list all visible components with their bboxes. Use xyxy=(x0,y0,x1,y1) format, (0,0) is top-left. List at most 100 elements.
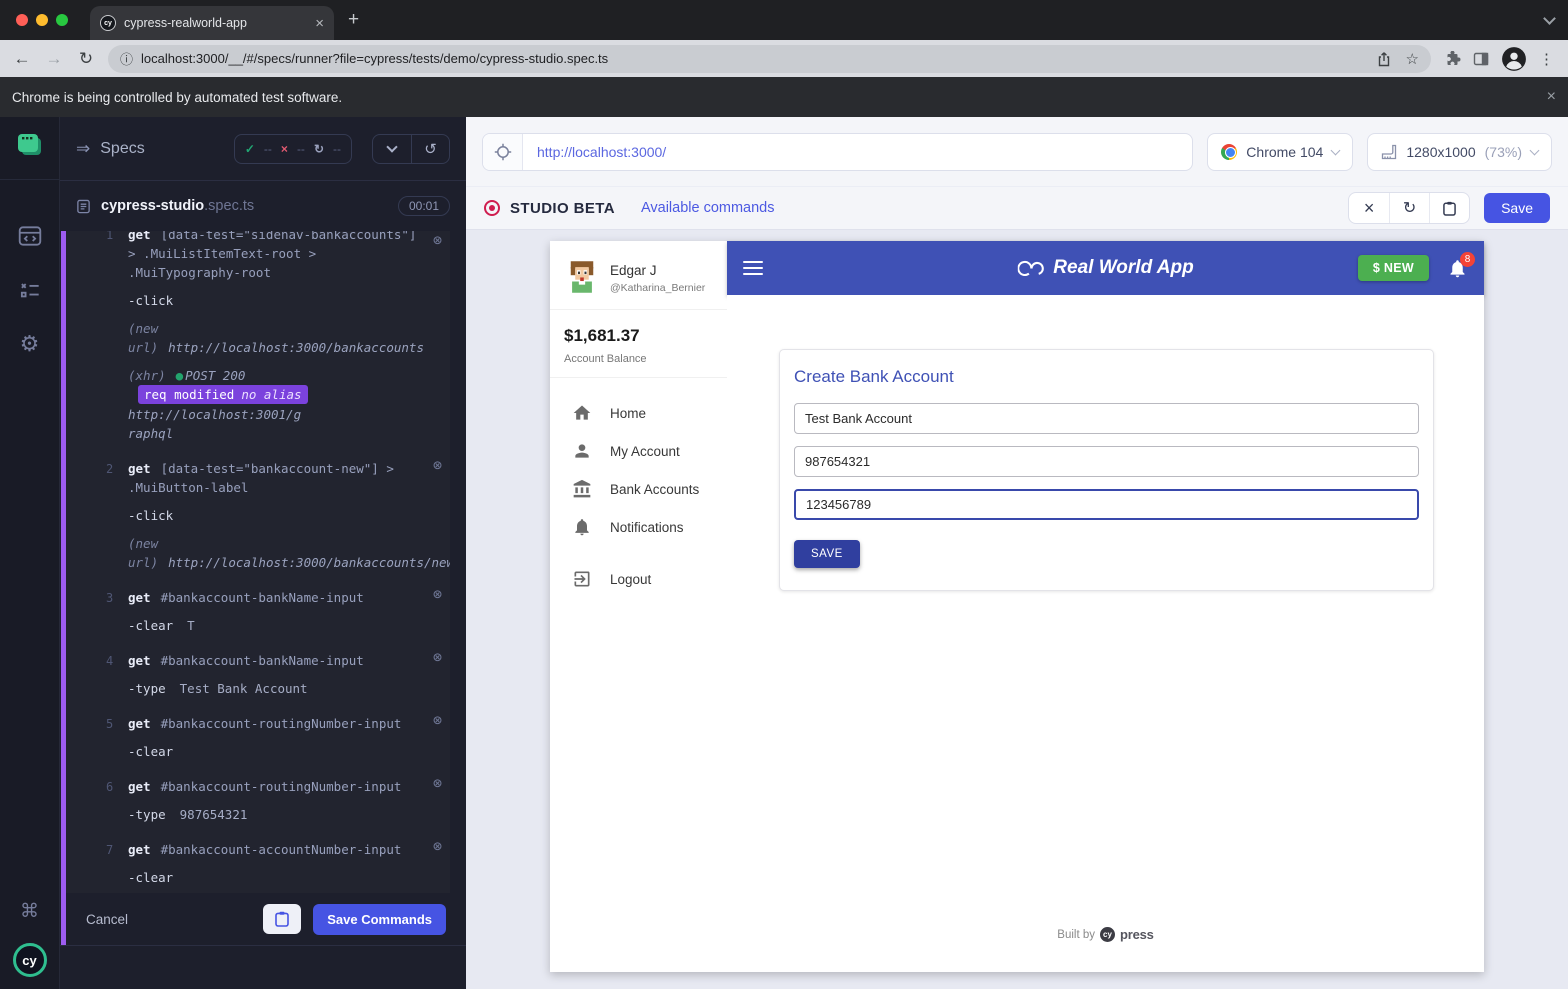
command-method: get xyxy=(128,231,151,242)
rwa-logo-icon xyxy=(1017,259,1045,278)
minimize-window-button[interactable] xyxy=(36,14,48,26)
command-body: get #bankaccount-bankName-input -type Test … xyxy=(128,651,424,698)
command-step: -clear T xyxy=(128,616,424,635)
site-info-icon[interactable]: ⓘ xyxy=(120,49,133,68)
remove-command-icon[interactable]: ⊗ xyxy=(433,839,442,854)
runs-list-icon[interactable] xyxy=(17,276,43,304)
infobar-close-icon[interactable]: × xyxy=(1547,88,1556,106)
command-step-name: -type xyxy=(128,681,166,696)
chrome-icon xyxy=(1221,143,1238,160)
command-line: get #bankaccount-routingNumber-input xyxy=(128,714,424,733)
command-line: get [data-test="sidenav-bankaccounts"] > … xyxy=(128,231,424,282)
remove-command-icon[interactable]: ⊗ xyxy=(433,650,442,665)
stat-value: -- xyxy=(333,141,341,156)
save-commands-button[interactable]: Save Commands xyxy=(313,903,446,935)
command-row[interactable]: 6 get #bankaccount-routingNumber-input -typ… xyxy=(66,769,450,832)
specs-code-window-icon[interactable] xyxy=(17,222,43,250)
command-method: get xyxy=(128,590,151,605)
account-number-input[interactable] xyxy=(794,489,1419,520)
command-line: get #bankaccount-routingNumber-input xyxy=(128,777,424,796)
cypress-logo-icon[interactable]: cy xyxy=(12,943,47,977)
routing-number-input[interactable] xyxy=(794,446,1419,477)
back-icon[interactable]: ← xyxy=(8,49,36,69)
selector-playground-icon[interactable] xyxy=(483,133,523,170)
viewport-scale: (73%) xyxy=(1484,143,1522,160)
studio-save-button[interactable]: Save xyxy=(1484,193,1550,223)
forward-icon[interactable]: → xyxy=(40,49,68,69)
studio-restart-icon[interactable]: ↻ xyxy=(1389,193,1429,223)
aut-viewport: Edgar J @Katharina_Bernier $1,681.37 Acc… xyxy=(466,230,1568,989)
available-commands-link[interactable]: Available commands xyxy=(641,200,775,216)
address-url[interactable]: localhost:3000/__/#/specs/runner?file=cy… xyxy=(141,51,1368,66)
hamburger-menu-icon[interactable] xyxy=(743,261,763,275)
command-step-name: -type xyxy=(128,807,166,822)
cypress-footer-icon: cy xyxy=(1100,927,1115,942)
new-tab-button[interactable]: + xyxy=(348,10,359,29)
command-row[interactable]: 5 get #bankaccount-routingNumber-input -cle… xyxy=(66,706,450,769)
automation-infobar: Chrome is being controlled by automated … xyxy=(0,77,1568,117)
viewport-select[interactable]: 1280x1000 (73%) xyxy=(1367,132,1552,171)
remove-command-icon[interactable]: ⊗ xyxy=(433,458,442,473)
chevron-down-icon xyxy=(1330,145,1341,155)
sidebar-item-home[interactable]: Home xyxy=(550,394,727,432)
rwa-sidebar: Edgar J @Katharina_Bernier $1,681.37 Acc… xyxy=(550,241,727,972)
collapse-all-chevron-icon[interactable] xyxy=(373,135,411,163)
command-log: 1 get [data-test="sidenav-bankaccounts"] >… xyxy=(66,231,450,893)
sidebar-item-bank-accounts[interactable]: Bank Accounts xyxy=(550,470,727,508)
remove-command-icon[interactable]: ⊗ xyxy=(433,713,442,728)
rail-divider xyxy=(0,179,60,180)
keyboard-shortcuts-icon[interactable]: ⌘ xyxy=(20,897,39,925)
restart-tests-icon[interactable]: ↺ xyxy=(411,134,449,163)
notifications-bell-icon[interactable]: 8 xyxy=(1447,251,1475,279)
sidebar-item-my-account[interactable]: My Account xyxy=(550,432,727,470)
studio-active-strip xyxy=(61,231,66,945)
aut-url[interactable]: http://localhost:3000/ xyxy=(523,134,680,170)
reload-icon[interactable]: ↻ xyxy=(72,49,100,69)
command-number: 4 xyxy=(106,654,114,668)
share-icon[interactable] xyxy=(1376,51,1392,67)
sidebar-item-notifications[interactable]: Notifications xyxy=(550,508,727,546)
cancel-button[interactable]: Cancel xyxy=(86,912,128,927)
specs-collapse-icon[interactable]: ⇒ xyxy=(76,139,90,159)
notification-count-badge: 8 xyxy=(1460,251,1475,267)
command-method: get xyxy=(128,653,151,668)
rwa-nav: Home My Account Bank Accounts Notifications… xyxy=(550,378,727,598)
spec-duration-badge: 00:01 xyxy=(397,196,450,216)
command-row[interactable]: 1 get [data-test="sidenav-bankaccounts"] >… xyxy=(66,231,450,451)
browser-menu-icon[interactable]: ⋮ xyxy=(1539,50,1554,68)
form-title: Create Bank Account xyxy=(794,367,954,386)
stat-value: -- xyxy=(263,141,272,156)
command-row[interactable]: 4 get #bankaccount-bankName-input -type Test… xyxy=(66,643,450,706)
sidebar-item-logout[interactable]: Logout xyxy=(550,560,727,598)
profile-avatar-icon[interactable] xyxy=(1501,46,1527,72)
studio-close-icon[interactable]: × xyxy=(1349,193,1389,223)
spec-file-row[interactable]: cypress-studio.spec.ts 00:01 xyxy=(60,181,466,231)
tab-close-icon[interactable]: × xyxy=(315,15,324,32)
copy-commands-button[interactable] xyxy=(263,904,302,934)
cypress-app-icon[interactable] xyxy=(15,131,45,161)
command-row[interactable]: 3 get #bankaccount-bankName-input -clear T ⊗ xyxy=(66,580,450,643)
browser-select[interactable]: Chrome 104 xyxy=(1207,132,1354,171)
close-window-button[interactable] xyxy=(16,14,28,26)
bank-name-input[interactable] xyxy=(794,403,1419,434)
tab-search-chevron-icon[interactable] xyxy=(1543,12,1556,25)
maximize-window-button[interactable] xyxy=(56,14,68,26)
new-url-value: http://localhost:3000/bankaccounts xyxy=(168,340,424,355)
command-row[interactable]: 2 get [data-test="bankaccount-new"] > .Mui… xyxy=(66,451,450,580)
settings-gear-icon[interactable]: ⚙ xyxy=(20,330,40,358)
remove-command-icon[interactable]: ⊗ xyxy=(433,233,442,248)
command-row[interactable]: 7 get #bankaccount-accountNumber-input -cle… xyxy=(66,832,450,893)
new-transaction-button[interactable]: $ NEW xyxy=(1357,255,1429,281)
command-body: get [data-test="bankaccount-new"] > .MuiB… xyxy=(128,459,450,572)
remove-command-icon[interactable]: ⊗ xyxy=(433,587,442,602)
extensions-puzzle-icon[interactable] xyxy=(1445,50,1461,67)
bank-icon xyxy=(572,479,592,499)
form-save-button[interactable]: SAVE xyxy=(794,540,860,568)
address-bar[interactable]: ⓘ localhost:3000/__/#/specs/runner?file=… xyxy=(108,44,1431,73)
bookmark-star-icon[interactable]: ☆ xyxy=(1406,50,1419,68)
browser-tab[interactable]: cy cypress-realworld-app × xyxy=(90,6,334,40)
studio-copy-icon[interactable] xyxy=(1429,193,1469,223)
remove-command-icon[interactable]: ⊗ xyxy=(433,776,442,791)
side-panel-icon[interactable] xyxy=(1473,51,1489,67)
stat-fail-icon: × xyxy=(280,141,288,156)
